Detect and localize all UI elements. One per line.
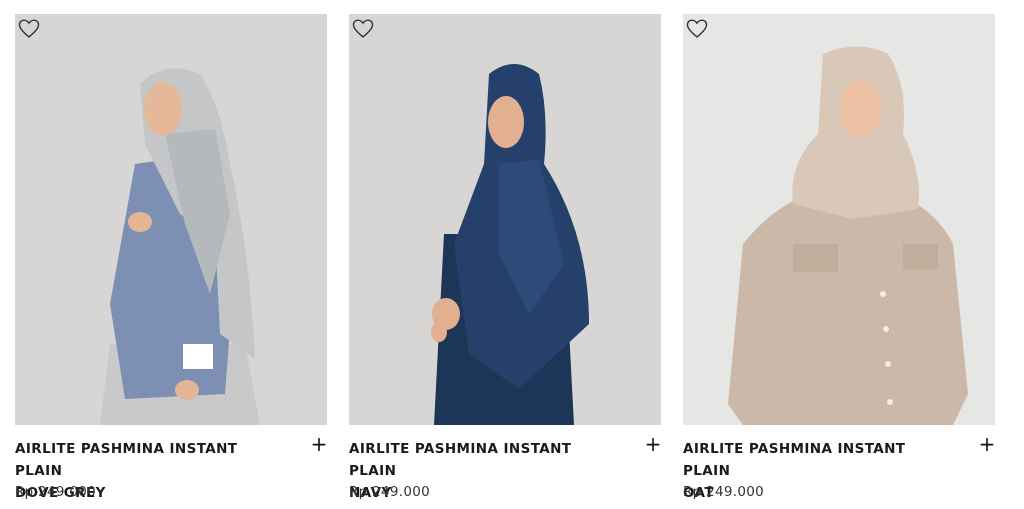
product-photo-navy [349, 14, 661, 425]
product-price: Rp 249.000 [349, 484, 431, 500]
plus-icon[interactable]: + [978, 434, 996, 454]
product-image[interactable] [15, 14, 327, 425]
plus-icon[interactable]: + [644, 434, 662, 454]
product-title-line1: AIRLITE PASHMINA INSTANT PLAIN [15, 441, 238, 479]
product-image[interactable] [683, 14, 995, 425]
product-price: Rp 249.000 [15, 484, 97, 500]
product-card: AIRLITE PASHMINA INSTANT PLAIN DOVE GREY… [15, 14, 327, 509]
heart-outline-icon[interactable] [18, 19, 40, 39]
product-image[interactable] [349, 14, 661, 425]
product-photo-dove-grey [15, 14, 327, 425]
product-price: Rp 249.000 [683, 484, 765, 500]
product-card: AIRLITE PASHMINA INSTANT PLAIN NAVY + Rp… [349, 14, 661, 509]
product-card: AIRLITE PASHMINA INSTANT PLAIN OAT + Rp … [683, 14, 995, 509]
heart-outline-icon[interactable] [686, 19, 708, 39]
plus-icon[interactable]: + [310, 434, 328, 454]
product-photo-oat [683, 14, 995, 425]
product-title-line1: AIRLITE PASHMINA INSTANT PLAIN [349, 441, 572, 479]
heart-outline-icon[interactable] [352, 19, 374, 39]
product-title-line1: AIRLITE PASHMINA INSTANT PLAIN [683, 441, 906, 479]
